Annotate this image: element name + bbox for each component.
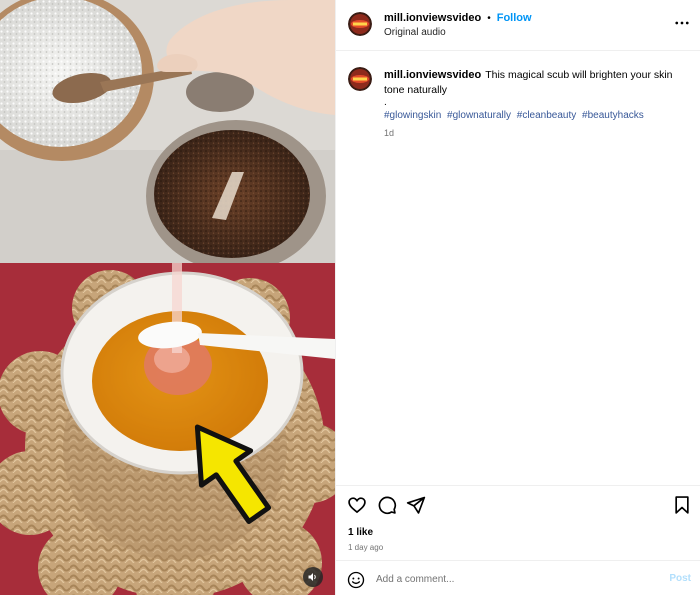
more-options-icon bbox=[675, 21, 689, 25]
hashtag-link[interactable]: #cleanbeauty bbox=[517, 110, 577, 121]
avatar-logo bbox=[348, 12, 372, 36]
caption-username-link[interactable]: mill.ionviewsvideo bbox=[384, 69, 481, 81]
header-name-row: mill.ionviewsvideo • Follow bbox=[384, 12, 532, 24]
video-frame-turmeric-bowl bbox=[0, 263, 335, 595]
hashtag-link[interactable]: #beautyhacks bbox=[582, 110, 644, 121]
post-date[interactable]: 1 day ago bbox=[348, 543, 383, 552]
emoji-icon bbox=[347, 571, 365, 589]
share-icon bbox=[406, 496, 426, 514]
audio-label[interactable]: Original audio bbox=[384, 27, 446, 38]
comment-icon bbox=[378, 496, 397, 515]
post-comment-button[interactable]: Post bbox=[669, 573, 691, 584]
post-header: mill.ionviewsvideo • Follow Original aud… bbox=[336, 0, 700, 51]
share-button[interactable] bbox=[406, 495, 426, 515]
comment-button[interactable] bbox=[377, 495, 397, 515]
bookmark-icon bbox=[675, 496, 689, 514]
like-button[interactable] bbox=[347, 495, 367, 515]
caption: mill.ionviewsvideo This magical scub will… bbox=[384, 68, 689, 141]
more-options-button[interactable] bbox=[673, 14, 691, 32]
hashtag-list: #glowingskin #glownaturally #cleanbeauty… bbox=[384, 108, 689, 123]
avatar[interactable] bbox=[348, 67, 372, 91]
hashtag-link[interactable]: #glowingskin bbox=[384, 110, 441, 121]
post-details-panel: mill.ionviewsvideo • Follow Original aud… bbox=[335, 0, 700, 595]
hashtag-link[interactable]: #glownaturally bbox=[447, 110, 511, 121]
username-link[interactable]: mill.ionviewsvideo bbox=[384, 12, 481, 24]
caption-dot: . bbox=[384, 97, 387, 108]
separator-dot: • bbox=[487, 12, 491, 24]
avatar-logo bbox=[348, 67, 372, 91]
caption-timestamp[interactable]: 1d bbox=[384, 126, 689, 141]
comment-input[interactable] bbox=[376, 570, 646, 588]
heart-icon bbox=[348, 497, 366, 514]
action-bar: 1 like 1 day ago bbox=[336, 485, 700, 560]
mute-button[interactable] bbox=[303, 567, 323, 587]
post-media[interactable] bbox=[0, 0, 335, 595]
emoji-button[interactable] bbox=[347, 571, 365, 589]
like-count[interactable]: 1 like bbox=[348, 527, 373, 538]
video-frame-salt-coffee bbox=[0, 0, 335, 263]
follow-button[interactable]: Follow bbox=[497, 12, 532, 24]
avatar[interactable] bbox=[348, 12, 372, 36]
save-button[interactable] bbox=[672, 495, 692, 515]
volume-icon bbox=[308, 573, 316, 581]
comment-bar: Post bbox=[336, 560, 700, 595]
